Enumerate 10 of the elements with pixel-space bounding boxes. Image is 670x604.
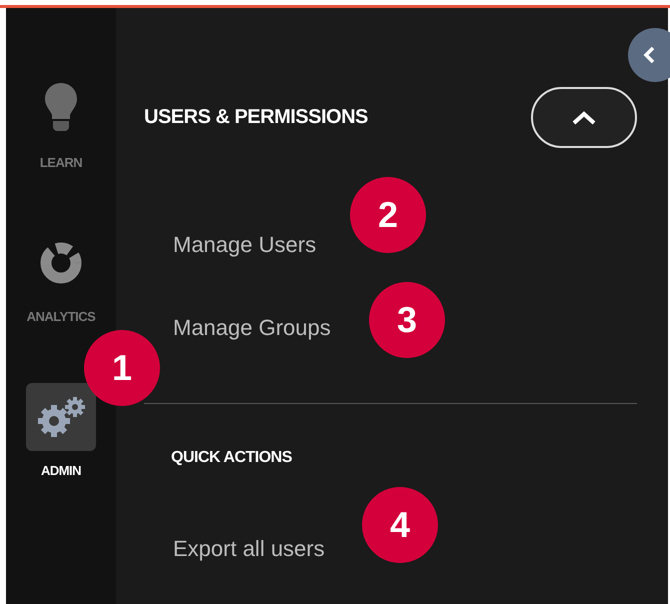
chevron-icon xyxy=(571,110,597,126)
section-title: QUICK ACTIONS xyxy=(171,449,292,467)
rail-label[interactable]: ANALYTICS xyxy=(26,309,96,324)
section-title: USERS & PERMISSIONS xyxy=(144,106,368,129)
rail-label[interactable]: ADMIN xyxy=(40,463,82,478)
ring-chart-icon[interactable] xyxy=(40,242,82,284)
menu-link[interactable]: Manage Users xyxy=(144,230,316,260)
menu-link[interactable]: Export all users xyxy=(144,534,325,564)
rail-label[interactable]: LEARN xyxy=(40,155,82,170)
chevron-left-icon xyxy=(643,46,655,64)
